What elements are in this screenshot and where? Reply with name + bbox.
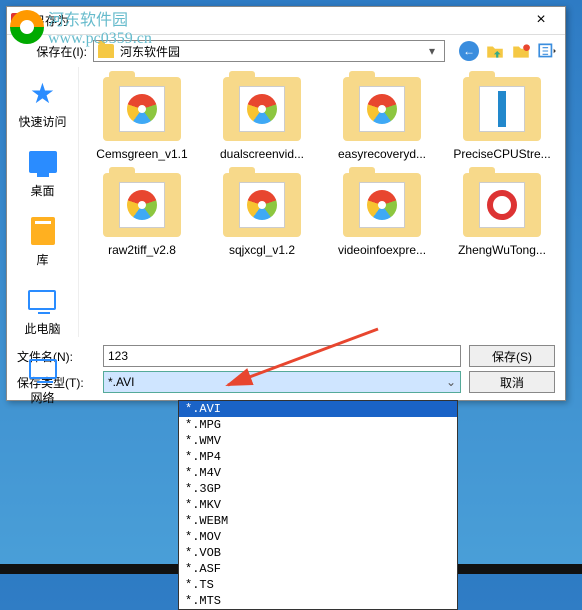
folder-icon — [223, 77, 301, 141]
filetype-option[interactable]: *.VOB — [179, 545, 457, 561]
folder-item[interactable]: dualscreenvid... — [203, 73, 321, 165]
back-icon: ← — [459, 41, 479, 61]
folder-name: ZhengWuTong... — [447, 243, 557, 257]
window-title: 另存为 — [33, 12, 521, 29]
up-folder-icon — [485, 41, 505, 61]
filetype-option[interactable]: *.WEBM — [179, 513, 457, 529]
sidebar-item-label: 此电脑 — [24, 320, 60, 337]
sidebar-item-quickaccess[interactable]: ★ 快速访问 — [18, 77, 66, 130]
sidebar-item-libraries[interactable]: 库 — [27, 215, 59, 268]
sidebar-item-label: 库 — [36, 251, 48, 268]
filetype-option[interactable]: *.TS — [179, 577, 457, 593]
chevron-down-icon: ⌄ — [446, 375, 456, 389]
sidebar-item-label: 桌面 — [30, 182, 54, 199]
folder-name: dualscreenvid... — [207, 147, 317, 161]
back-button[interactable]: ← — [459, 41, 479, 61]
new-folder-icon — [511, 41, 531, 61]
new-folder-button[interactable] — [511, 41, 531, 61]
folder-icon — [98, 44, 114, 58]
filetype-option[interactable]: *.MTS — [179, 593, 457, 609]
views-button[interactable] — [537, 41, 557, 61]
filetype-dropdown[interactable]: *.AVI*.MPG*.WMV*.MP4*.M4V*.3GP*.MKV*.WEB… — [178, 400, 458, 610]
folder-icon — [103, 77, 181, 141]
filetype-option[interactable]: *.MKV — [179, 497, 457, 513]
cancel-button[interactable]: 取消 — [469, 371, 555, 393]
network-icon — [29, 359, 57, 379]
folder-icon — [103, 173, 181, 237]
save-as-dialog: 另存为 × 保存在(I): 河东软件园 ▾ ← ★ 快速访问 桌面 — [6, 6, 566, 401]
folder-name: easyrecoveryd... — [327, 147, 437, 161]
filetype-option[interactable]: *.ASF — [179, 561, 457, 577]
folder-icon — [223, 173, 301, 237]
views-icon — [537, 41, 557, 61]
folder-item[interactable]: ZhengWuTong... — [443, 169, 561, 261]
folder-icon — [463, 77, 541, 141]
filetype-option[interactable]: *.MOV — [179, 529, 457, 545]
folder-icon — [463, 173, 541, 237]
sidebar-item-label: 快速访问 — [18, 113, 66, 130]
chevron-down-icon: ▾ — [424, 44, 440, 58]
filetype-option[interactable]: *.AVI — [179, 401, 457, 417]
location-toolbar: 保存在(I): 河东软件园 ▾ ← — [7, 35, 565, 67]
folder-item[interactable]: Cemsgreen_v1.1 — [83, 73, 201, 165]
folder-icon — [343, 173, 421, 237]
filetype-option[interactable]: *.M4V — [179, 465, 457, 481]
directory-name: 河东软件园 — [120, 43, 180, 60]
folder-item[interactable]: sqjxcgl_v1.2 — [203, 169, 321, 261]
sidebar-item-desktop[interactable]: 桌面 — [27, 146, 59, 199]
library-icon — [31, 217, 55, 245]
app-icon — [11, 13, 27, 29]
save-in-label: 保存在(I): — [15, 43, 87, 60]
titlebar: 另存为 × — [7, 7, 565, 35]
folder-name: sqjxcgl_v1.2 — [207, 243, 317, 257]
filename-input[interactable] — [103, 345, 461, 367]
monitor-icon — [28, 290, 56, 310]
save-button[interactable]: 保存(S) — [469, 345, 555, 367]
star-icon: ★ — [26, 77, 58, 109]
filetype-value: *.AVI — [108, 375, 134, 389]
filetype-option[interactable]: *.3GP — [179, 481, 457, 497]
folder-name: PreciseCPUStre... — [447, 147, 557, 161]
folder-item[interactable]: raw2tiff_v2.8 — [83, 169, 201, 261]
desktop-icon — [29, 151, 57, 173]
folder-item[interactable]: videoinfoexpre... — [323, 169, 441, 261]
close-button[interactable]: × — [521, 10, 561, 32]
folder-name: Cemsgreen_v1.1 — [87, 147, 197, 161]
folder-icon — [343, 77, 421, 141]
bottom-panel: 文件名(N): 保存(S) 保存类型(T): *.AVI ⌄ 取消 — [7, 337, 565, 401]
folder-item[interactable]: easyrecoveryd... — [323, 73, 441, 165]
filetype-option[interactable]: *.WMV — [179, 433, 457, 449]
directory-combo[interactable]: 河东软件园 ▾ — [93, 40, 445, 62]
filetype-option[interactable]: *.MPG — [179, 417, 457, 433]
sidebar-item-label: 网络 — [30, 389, 54, 406]
sidebar-item-thispc[interactable]: 此电脑 — [24, 284, 60, 337]
places-sidebar: ★ 快速访问 桌面 库 此电脑 网络 — [7, 67, 79, 337]
file-list-pane[interactable]: Cemsgreen_v1.1 dualscreenvid... easyrecove… — [79, 67, 565, 337]
up-button[interactable] — [485, 41, 505, 61]
filetype-combo[interactable]: *.AVI ⌄ — [103, 371, 461, 393]
folder-name: raw2tiff_v2.8 — [87, 243, 197, 257]
folder-name: videoinfoexpre... — [327, 243, 437, 257]
filetype-option[interactable]: *.MP4 — [179, 449, 457, 465]
folder-item[interactable]: PreciseCPUStre... — [443, 73, 561, 165]
